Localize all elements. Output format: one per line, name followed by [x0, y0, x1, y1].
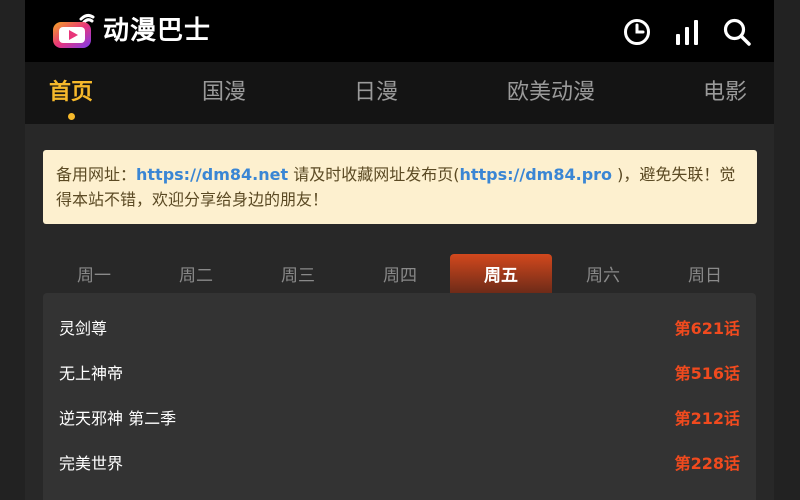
nav-item-label: 首页 — [49, 80, 94, 105]
anime-title[interactable]: 完美世界 — [59, 444, 123, 484]
nav-item-label: 日漫 — [354, 80, 399, 105]
tab-monday[interactable]: 周一 — [43, 254, 145, 294]
list-item[interactable]: 无上神帝 第516话 — [43, 354, 756, 394]
tab-saturday[interactable]: 周六 — [552, 254, 654, 294]
tab-friday[interactable]: 周五 — [450, 254, 552, 294]
nav-item-label: 国漫 — [202, 80, 247, 105]
list-item[interactable]: 逆天邪神 第二季 第212话 — [43, 399, 756, 439]
nav-item-oumei[interactable]: 欧美动漫 — [507, 62, 595, 124]
active-indicator-dot — [68, 113, 75, 120]
tab-thursday[interactable]: 周四 — [349, 254, 451, 294]
backup-url-notice: 备用网址：https://dm84.net 请及时收藏网址发布页(https:/… — [43, 150, 757, 224]
nav-item-label: 电影 — [703, 80, 748, 105]
episode-label[interactable]: 第621话 — [675, 309, 740, 349]
anime-title[interactable]: 无上神帝 — [59, 354, 123, 394]
nav-item-label: 欧美动漫 — [507, 80, 596, 105]
nav-item-movie[interactable]: 电影 — [703, 62, 747, 124]
tab-tuesday[interactable]: 周二 — [145, 254, 247, 294]
app-container: 动漫巴士 首页 国漫 日漫 欧美动漫 电影 备用网址：https://dm84.… — [25, 0, 774, 500]
list-item[interactable]: 完美世界 第228话 — [43, 444, 756, 484]
nav-item-guoman[interactable]: 国漫 — [202, 62, 246, 124]
site-logo[interactable]: 动漫巴士 — [51, 11, 211, 51]
anime-title[interactable]: 逆天邪神 第二季 — [59, 399, 176, 439]
schedule-list: 灵剑尊 第621话 无上神帝 第516话 逆天邪神 第二季 第212话 完美世界… — [43, 293, 756, 500]
backup-url-link[interactable]: https://dm84.net — [136, 165, 288, 184]
weekday-tabs: 周一 周二 周三 周四 周五 周六 周日 — [43, 254, 756, 294]
history-icon[interactable] — [622, 17, 652, 47]
list-item[interactable]: 灵剑尊 第621话 — [43, 309, 756, 349]
episode-label[interactable]: 第516话 — [675, 354, 740, 394]
ranking-icon[interactable] — [672, 17, 702, 47]
site-title: 动漫巴士 — [103, 16, 212, 46]
notice-middle: 请及时收藏网址发布页( — [288, 165, 460, 184]
top-header: 动漫巴士 — [25, 0, 774, 62]
main-nav: 首页 国漫 日漫 欧美动漫 电影 — [25, 62, 774, 124]
anime-title[interactable]: 灵剑尊 — [59, 309, 107, 349]
search-icon[interactable] — [722, 17, 752, 47]
nav-item-riman[interactable]: 日漫 — [354, 62, 398, 124]
episode-label[interactable]: 第228话 — [675, 444, 740, 484]
notice-prefix: 备用网址： — [56, 165, 137, 184]
tab-wednesday[interactable]: 周三 — [247, 254, 349, 294]
logo-tv-icon — [53, 13, 95, 48]
tab-sunday[interactable]: 周日 — [654, 254, 756, 294]
episode-label[interactable]: 第212话 — [675, 399, 740, 439]
nav-item-home[interactable]: 首页 — [49, 62, 93, 124]
publish-page-link[interactable]: https://dm84.pro — [459, 165, 612, 184]
